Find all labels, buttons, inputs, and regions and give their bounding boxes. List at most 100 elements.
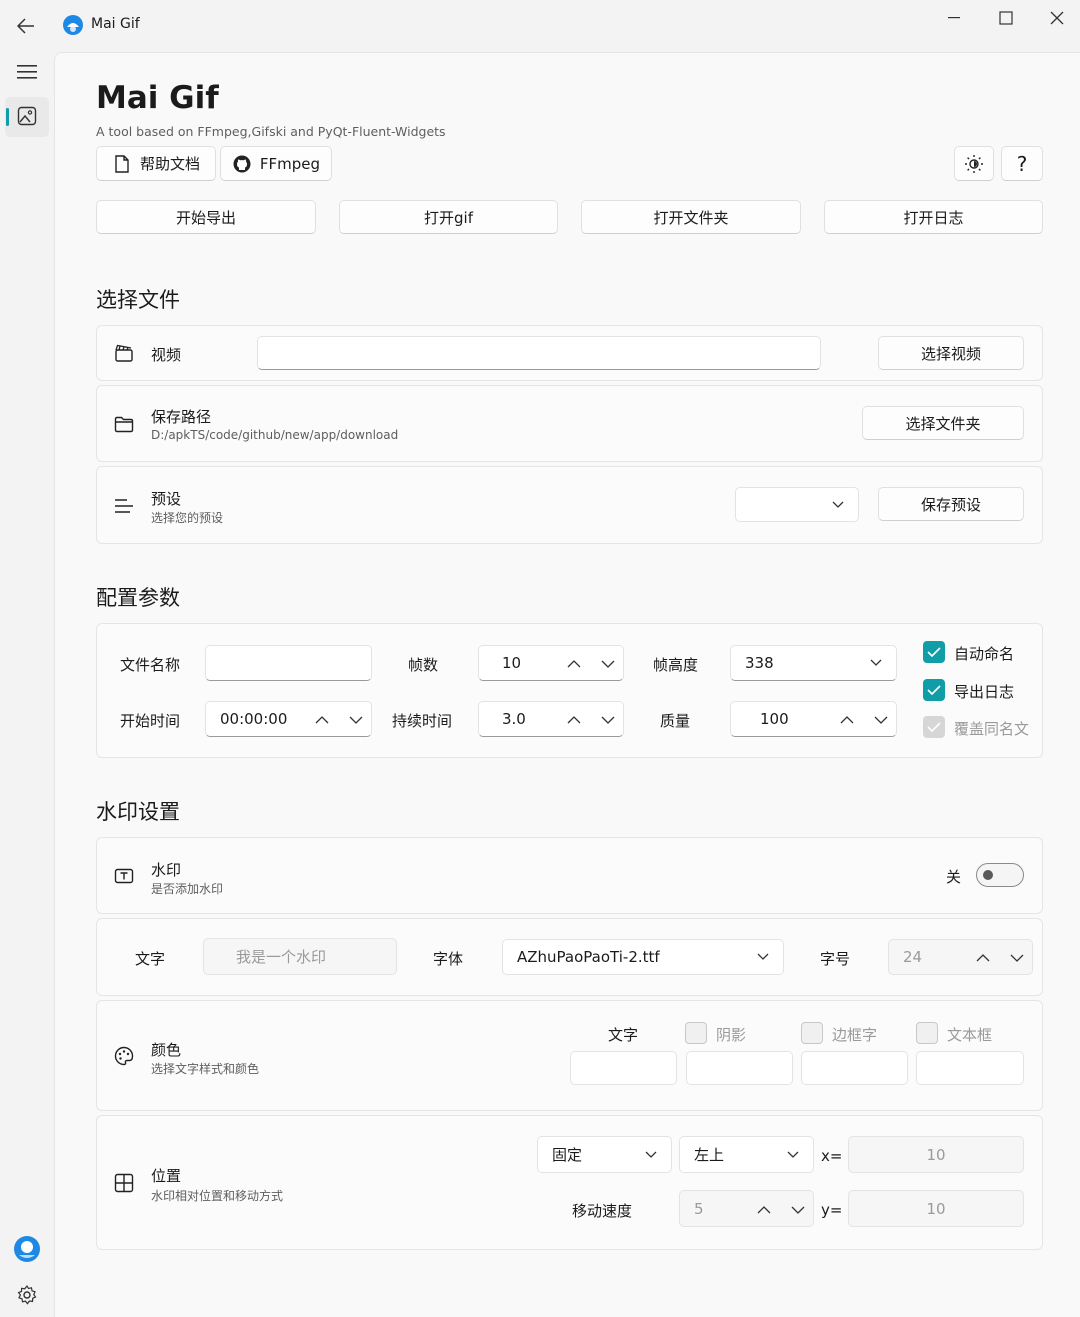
spin-arrows xyxy=(567,702,615,736)
watermark-card xyxy=(96,837,1043,914)
chevron-up-icon[interactable] xyxy=(315,710,329,728)
config-section-title: 配置参数 xyxy=(96,586,180,610)
chevron-down-icon[interactable] xyxy=(1010,948,1024,966)
open-gif-button[interactable]: 打开gif xyxy=(339,200,558,234)
export-log-checkbox[interactable] xyxy=(923,679,945,701)
help-button[interactable]: ? xyxy=(1001,146,1043,181)
shadow-color-picker[interactable] xyxy=(686,1051,793,1085)
chevron-up-icon[interactable] xyxy=(976,948,990,966)
shadow-label: 阴影 xyxy=(716,1026,747,1044)
open-gif-label: 打开gif xyxy=(424,208,473,227)
title-bar: Mai Gif xyxy=(0,0,1080,52)
page-subtitle: A tool based on FFmpeg,Gifski and PyQt-F… xyxy=(96,124,446,139)
maximize-icon[interactable] xyxy=(984,6,1028,30)
quality-value: 100 xyxy=(760,710,789,728)
chevron-down-icon xyxy=(870,657,882,669)
select-folder-button[interactable]: 选择文件夹 xyxy=(862,406,1024,440)
open-log-label: 打开日志 xyxy=(903,208,964,227)
frames-spinbox[interactable]: 10 xyxy=(478,645,624,681)
watermark-toggle[interactable] xyxy=(976,863,1024,887)
file-name-input[interactable] xyxy=(205,645,372,681)
quality-spinbox[interactable]: 100 xyxy=(730,701,897,737)
back-arrow-icon[interactable] xyxy=(12,12,40,40)
spin-arrows xyxy=(567,646,615,680)
shadow-checkbox[interactable] xyxy=(685,1022,707,1044)
x-label: x= xyxy=(821,1147,843,1165)
y-input[interactable]: 10 xyxy=(848,1190,1024,1227)
save-preset-label: 保存预设 xyxy=(920,495,981,514)
help-question-label: ? xyxy=(1016,151,1028,176)
open-folder-button[interactable]: 打开文件夹 xyxy=(581,200,801,234)
position-anchor-select[interactable]: 左上 xyxy=(679,1136,814,1173)
position-mode-select[interactable]: 固定 xyxy=(537,1136,672,1173)
y-label: y= xyxy=(821,1201,843,1219)
image-icon xyxy=(17,106,37,126)
chevron-up-icon[interactable] xyxy=(840,710,854,728)
outline-color-picker[interactable] xyxy=(801,1051,908,1085)
theme-toggle-button[interactable] xyxy=(954,146,994,181)
close-icon[interactable] xyxy=(1035,6,1079,30)
select-video-button[interactable]: 选择视频 xyxy=(878,336,1024,370)
position-anchor-value: 左上 xyxy=(694,1146,725,1164)
auto-name-checkbox[interactable] xyxy=(923,641,945,663)
help-doc-button[interactable]: 帮助文档 xyxy=(96,146,216,181)
select-video-label: 选择视频 xyxy=(920,344,981,363)
textbox-label: 文本框 xyxy=(947,1026,993,1044)
video-path-input[interactable] xyxy=(257,336,821,370)
chevron-up-icon[interactable] xyxy=(567,654,581,672)
chevron-up-icon[interactable] xyxy=(567,710,581,728)
brightness-icon xyxy=(964,154,984,174)
save-preset-button[interactable]: 保存预设 xyxy=(878,487,1024,521)
color-label: 颜色 xyxy=(151,1041,182,1059)
textbox-checkbox[interactable] xyxy=(916,1022,938,1044)
font-size-spinbox[interactable]: 24 xyxy=(888,939,1033,975)
spin-arrows xyxy=(976,940,1024,974)
chevron-down-icon[interactable] xyxy=(601,710,615,728)
x-input[interactable]: 10 xyxy=(848,1136,1024,1173)
frame-height-select[interactable]: 338 xyxy=(730,645,897,681)
position-mode-value: 固定 xyxy=(552,1146,583,1164)
gear-icon[interactable] xyxy=(16,1284,38,1306)
textbox-color-picker[interactable] xyxy=(916,1051,1024,1085)
chevron-down-icon xyxy=(787,1149,799,1161)
watermark-text-label: 文字 xyxy=(135,950,166,968)
select-file-section-title: 选择文件 xyxy=(96,288,180,312)
chevron-down-icon[interactable] xyxy=(349,710,363,728)
duration-label: 持续时间 xyxy=(392,712,453,730)
chevron-down-icon[interactable] xyxy=(601,654,615,672)
move-speed-spinbox[interactable]: 5 xyxy=(679,1190,814,1227)
chevron-down-icon[interactable] xyxy=(791,1200,805,1218)
preset-select[interactable] xyxy=(735,487,859,522)
watermark-toggle-state: 关 xyxy=(946,868,962,886)
chevron-down-icon[interactable] xyxy=(874,710,888,728)
overwrite-checkbox[interactable] xyxy=(923,716,945,738)
chevron-down-icon xyxy=(832,499,844,511)
chevron-up-icon[interactable] xyxy=(757,1200,771,1218)
outline-checkbox[interactable] xyxy=(801,1022,823,1044)
frame-height-value: 338 xyxy=(745,654,774,672)
minimize-icon[interactable] xyxy=(932,6,976,30)
x-value: 10 xyxy=(926,1145,946,1164)
ffmpeg-button[interactable]: FFmpeg xyxy=(220,146,332,181)
app-logo-icon xyxy=(62,14,84,36)
quality-label: 质量 xyxy=(660,712,691,730)
move-speed-label: 移动速度 xyxy=(572,1202,633,1220)
duration-spinbox[interactable]: 3.0 xyxy=(478,701,624,737)
nav-active-indicator xyxy=(6,108,9,126)
config-card xyxy=(96,623,1043,758)
layout-grid-icon xyxy=(113,1172,135,1194)
file-name-label: 文件名称 xyxy=(120,656,181,674)
palette-icon xyxy=(113,1045,135,1067)
font-select[interactable]: AZhuPaoPaoTi-2.ttf xyxy=(502,939,784,975)
watermark-text-input[interactable]: 我是一个水印 xyxy=(203,938,397,975)
avatar[interactable] xyxy=(13,1235,41,1263)
start-time-input[interactable]: 00:00:00 xyxy=(205,701,372,737)
position-desc: 水印相对位置和移动方式 xyxy=(151,1189,284,1203)
text-color-picker[interactable] xyxy=(570,1051,677,1085)
start-export-button[interactable]: 开始导出 xyxy=(96,200,316,234)
open-log-button[interactable]: 打开日志 xyxy=(824,200,1043,234)
menu-icon[interactable] xyxy=(13,58,41,86)
font-value: AZhuPaoPaoTi-2.ttf xyxy=(517,948,660,966)
github-icon xyxy=(232,154,252,174)
select-folder-label: 选择文件夹 xyxy=(905,414,981,433)
